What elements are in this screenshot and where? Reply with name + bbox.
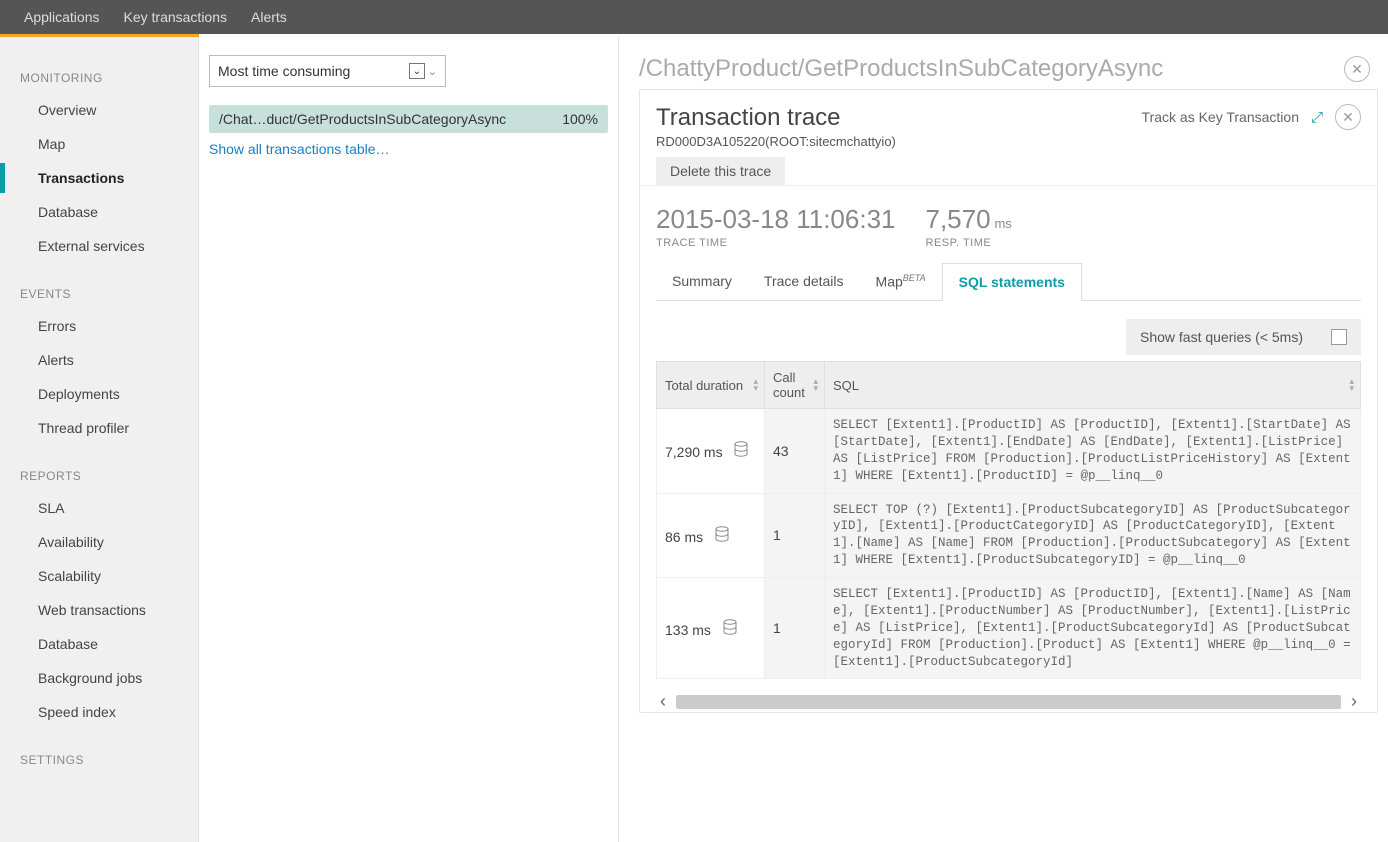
- fast-queries-toggle[interactable]: Show fast queries (< 5ms): [1126, 319, 1361, 355]
- transaction-pct: 100%: [562, 111, 598, 127]
- close-icon: ✕: [1342, 109, 1354, 126]
- cell-call-count: 1: [765, 578, 825, 679]
- trace-panel: /ChattyProduct/GetProductsInSubCategoryA…: [619, 37, 1388, 842]
- sql-table: Total duration ▴▾ Call count ▴▾ SQL ▴▾: [656, 361, 1361, 679]
- close-trace-button[interactable]: ✕: [1335, 104, 1361, 130]
- transaction-list-column: Most time consuming ⌄ ⌄ /Chat…duct/GetPr…: [199, 37, 619, 842]
- sidebar-item-web-transactions[interactable]: Web transactions: [0, 593, 198, 627]
- cell-duration: 86 ms: [657, 493, 765, 578]
- delete-trace-button[interactable]: Delete this trace: [656, 157, 785, 185]
- fast-queries-label: Show fast queries (< 5ms): [1140, 329, 1303, 345]
- sort-dropdown-label: Most time consuming: [218, 63, 350, 79]
- table-row[interactable]: 133 ms 1SELECT [Extent1].[ProductID] AS …: [657, 578, 1361, 679]
- topnav-applications[interactable]: Applications: [12, 1, 112, 33]
- tab-sql-statements[interactable]: SQL statements: [942, 263, 1082, 301]
- sidebar-item-deployments[interactable]: Deployments: [0, 377, 198, 411]
- section-reports: REPORTS: [0, 459, 198, 491]
- sidebar-item-overview[interactable]: Overview: [0, 93, 198, 127]
- resp-time-unit: ms: [994, 216, 1011, 231]
- sidebar-item-sla[interactable]: SLA: [0, 491, 198, 525]
- expand-icon[interactable]: ⤢: [1311, 109, 1323, 126]
- close-panel-button[interactable]: ✕: [1344, 56, 1370, 82]
- tab-map-label: Map: [876, 274, 903, 290]
- pager-scrollbar[interactable]: [676, 695, 1341, 709]
- tab-map[interactable]: MapBETA: [860, 263, 942, 300]
- sidebar-item-database[interactable]: Database: [0, 195, 198, 229]
- track-key-transaction-link[interactable]: Track as Key Transaction: [1142, 109, 1299, 125]
- chevron-down-icon: ⌄: [428, 65, 437, 78]
- tab-summary[interactable]: Summary: [656, 263, 748, 300]
- resp-time-label: RESP. TIME: [926, 237, 1012, 249]
- trace-host: RD000D3A105220(ROOT:sitecmchattyio): [656, 134, 896, 149]
- sidebar-item-thread-profiler[interactable]: Thread profiler: [0, 411, 198, 445]
- transaction-name: /Chat…duct/GetProductsInSubCategoryAsync: [219, 111, 506, 127]
- database-icon: [715, 526, 729, 542]
- cell-call-count: 1: [765, 493, 825, 578]
- trace-card: Transaction trace RD000D3A105220(ROOT:si…: [639, 89, 1378, 713]
- sidebar-item-alerts[interactable]: Alerts: [0, 343, 198, 377]
- database-icon: [734, 441, 748, 457]
- cell-sql: SELECT [Extent1].[ProductID] AS [Product…: [825, 578, 1361, 679]
- section-settings: SETTINGS: [0, 743, 198, 775]
- section-monitoring: MONITORING: [0, 61, 198, 93]
- sidebar-item-speed-index[interactable]: Speed index: [0, 695, 198, 729]
- section-events: EVENTS: [0, 277, 198, 309]
- close-icon: ✕: [1351, 61, 1363, 78]
- sort-icon: ▴▾: [753, 378, 758, 392]
- sort-icon: ▴▾: [813, 378, 818, 392]
- breadcrumb: /ChattyProduct/GetProductsInSubCategoryA…: [639, 55, 1163, 83]
- topnav-alerts[interactable]: Alerts: [239, 1, 299, 33]
- table-row[interactable]: 7,290 ms 43SELECT [Extent1].[ProductID] …: [657, 409, 1361, 494]
- sidebar-item-availability[interactable]: Availability: [0, 525, 198, 559]
- cell-duration: 7,290 ms: [657, 409, 765, 494]
- resp-time-value: 7,570: [926, 204, 991, 234]
- sidebar-item-scalability[interactable]: Scalability: [0, 559, 198, 593]
- checkbox-icon: [1331, 329, 1347, 345]
- cell-sql: SELECT [Extent1].[ProductID] AS [Product…: [825, 409, 1361, 494]
- col-call-count[interactable]: Call count ▴▾: [765, 362, 825, 409]
- sidebar-item-map[interactable]: Map: [0, 127, 198, 161]
- cell-sql: SELECT TOP (?) [Extent1].[ProductSubcate…: [825, 493, 1361, 578]
- table-row[interactable]: 86 ms 1SELECT TOP (?) [Extent1].[Product…: [657, 493, 1361, 578]
- transaction-row[interactable]: /Chat…duct/GetProductsInSubCategoryAsync…: [209, 105, 608, 133]
- sidebar-item-errors[interactable]: Errors: [0, 309, 198, 343]
- pager-next[interactable]: ›: [1347, 691, 1361, 712]
- col-sql[interactable]: SQL ▴▾: [825, 362, 1361, 409]
- sort-dropdown[interactable]: Most time consuming ⌄ ⌄: [209, 55, 446, 87]
- database-icon: [723, 619, 737, 635]
- top-nav: Applications Key transactions Alerts: [0, 0, 1388, 34]
- sidebar-item-transactions[interactable]: Transactions: [0, 161, 198, 195]
- sidebar-item-background-jobs[interactable]: Background jobs: [0, 661, 198, 695]
- show-all-transactions-link[interactable]: Show all transactions table…: [209, 141, 608, 157]
- chevron-down-icon: ⌄: [409, 63, 425, 79]
- sidebar-item-external-services[interactable]: External services: [0, 229, 198, 263]
- pager-prev[interactable]: ‹: [656, 691, 670, 712]
- pager: ‹ ›: [656, 691, 1361, 712]
- trace-title: Transaction trace: [656, 104, 896, 132]
- cell-call-count: 43: [765, 409, 825, 494]
- beta-badge: BETA: [903, 273, 926, 283]
- tab-trace-details[interactable]: Trace details: [748, 263, 860, 300]
- trace-tabs: Summary Trace details MapBETA SQL statem…: [656, 263, 1361, 301]
- col-total-duration[interactable]: Total duration ▴▾: [657, 362, 765, 409]
- sidebar-item-report-database[interactable]: Database: [0, 627, 198, 661]
- sort-icon: ▴▾: [1349, 378, 1354, 392]
- trace-time-value: 2015-03-18 11:06:31: [656, 204, 896, 235]
- cell-duration: 133 ms: [657, 578, 765, 679]
- trace-time-label: TRACE TIME: [656, 237, 896, 249]
- topnav-key-transactions[interactable]: Key transactions: [112, 1, 240, 33]
- sidebar: MONITORING Overview Map Transactions Dat…: [0, 37, 199, 842]
